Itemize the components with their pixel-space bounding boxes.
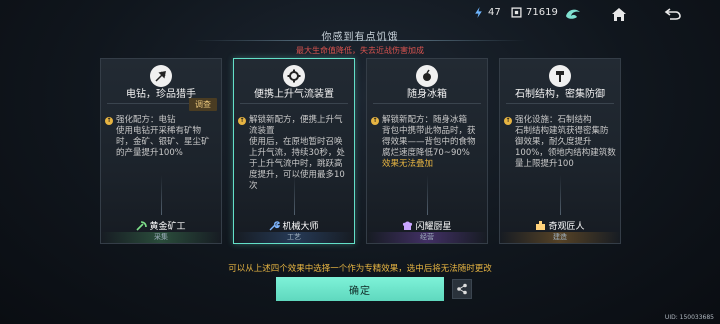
- info-bullet-icon: ↑: [371, 116, 379, 125]
- banner-title: 你感到有点饥饿: [321, 32, 399, 43]
- card-title: 便携上升气流装置: [254, 89, 334, 100]
- light-beam: [426, 175, 428, 215]
- card-warning: 效果无法叠加: [382, 159, 434, 169]
- info-bullet-icon: ↑: [105, 116, 113, 125]
- home-icon: [612, 7, 626, 21]
- card-divider: [240, 103, 348, 104]
- card-description: ↑ 强化配方：电钻 使用电钻开采稀有矿物时，金矿、银矿、星尘矿的产量提升100%: [105, 115, 217, 159]
- card-role-label: 奇观匠人: [548, 222, 585, 232]
- share-icon: [457, 283, 467, 295]
- card-line: 解锁新配方：随身冰箱: [382, 115, 468, 125]
- card-divider: [373, 103, 481, 104]
- card-role: 奇观匠人: [500, 219, 620, 232]
- gear-icon: [287, 69, 301, 83]
- confirm-button[interactable]: 确定: [276, 277, 444, 301]
- card-line: 强化设施：石制结构: [515, 115, 592, 125]
- user-id: UID: 150033685: [664, 314, 714, 321]
- lightning-icon: [475, 7, 482, 18]
- card-footer: 经营: [367, 232, 487, 243]
- card-footer: 工艺: [234, 232, 354, 243]
- energy-value: 47: [488, 7, 501, 18]
- card-title: 随身冰箱: [407, 89, 447, 100]
- selection-hint: 可以从上述四个效果中选择一个作为专精效果，选中后将无法随时更改: [228, 264, 492, 274]
- card-description: ↑ 强化设施：石制结构 石制结构建筑获得密集防御效果，耐久度提升100%，领地内结…: [504, 115, 616, 170]
- card-line: 石制结构建筑获得密集防御效果，耐久度提升100%，领地内结构建筑数量上限提升10…: [515, 126, 616, 169]
- specialty-card-fridge[interactable]: 随身冰箱 ↑ 解锁新配方：随身冰箱 背包中携带此物品时，获得效果——背包中的食物腐…: [366, 58, 488, 244]
- food-icon: [423, 69, 431, 81]
- card-footer: 采集: [101, 232, 221, 243]
- card-line: 解锁新配方，便携上升气流装置: [249, 115, 343, 136]
- coin-icon: [511, 7, 522, 18]
- card-role-label: 机械大师: [282, 222, 319, 232]
- back-button[interactable]: [662, 4, 684, 24]
- card-role: 闪耀厨星: [367, 219, 487, 232]
- card-title: 石制结构，密集防御: [515, 89, 605, 100]
- specialty-card-drill[interactable]: 电钻，珍品猎手 调查 ↑ 强化配方：电钻 使用电钻开采稀有矿物时，金矿、银矿、星尘…: [100, 58, 222, 244]
- card-line: 背包中携带此物品时，获得效果——背包中的食物腐烂速度降低70~90%: [382, 126, 476, 158]
- card-role-label: 黄金矿工: [149, 222, 186, 232]
- chef-icon: [403, 221, 413, 230]
- swirl-icon: [566, 9, 580, 19]
- swirl-button[interactable]: [562, 4, 584, 24]
- back-icon: [664, 8, 681, 20]
- light-beam: [293, 175, 295, 215]
- wrench-icon: [269, 221, 281, 231]
- card-description: ↑ 解锁新配方：随身冰箱 背包中携带此物品时，获得效果——背包中的食物腐烂速度降低…: [371, 115, 483, 170]
- card-line: 强化配方：电钻: [116, 115, 176, 125]
- card-role: 机械大师: [234, 219, 354, 232]
- builder-icon: [536, 221, 546, 230]
- coin-counter: 71619: [511, 7, 558, 18]
- info-bullet-icon: ↑: [504, 116, 512, 125]
- share-button[interactable]: [452, 279, 472, 299]
- info-bullet-icon: ↑: [238, 116, 246, 125]
- card-tag: 调查: [189, 98, 217, 111]
- light-beam: [559, 175, 561, 215]
- card-emblem: [416, 65, 438, 87]
- banner-subtitle: 最大生命值降低，失去近战伤害加成: [296, 46, 424, 55]
- drill-icon: [155, 71, 166, 82]
- home-button[interactable]: [608, 4, 630, 24]
- light-beam: [160, 175, 162, 215]
- specialty-card-updraft[interactable]: 便携上升气流装置 ↑ 解锁新配方，便携上升气流装置 使用后，在原地暂时召唤上升气流…: [233, 58, 355, 244]
- pickaxe-icon: [136, 221, 148, 231]
- card-emblem: [549, 65, 571, 87]
- energy-counter: 47: [473, 7, 501, 18]
- hunger-banner: 你感到有点饥饿 最大生命值降低，失去近战伤害加成: [194, 26, 526, 56]
- card-line: 使用电钻开采稀有矿物时，金矿、银矿、星尘矿的产量提升100%: [116, 126, 210, 158]
- card-role-label: 闪耀厨星: [415, 222, 452, 232]
- card-footer: 建造: [500, 232, 620, 243]
- card-emblem: [283, 65, 305, 87]
- card-emblem: [150, 65, 172, 87]
- specialty-card-stone[interactable]: 石制结构，密集防御 ↑ 强化设施：石制结构 石制结构建筑获得密集防御效果，耐久度提…: [499, 58, 621, 244]
- hammer-icon: [556, 71, 564, 82]
- top-bar: 47 71619: [0, 0, 720, 28]
- card-role: 黄金矿工: [101, 219, 221, 232]
- card-divider: [506, 103, 614, 104]
- coin-value: 71619: [526, 7, 558, 18]
